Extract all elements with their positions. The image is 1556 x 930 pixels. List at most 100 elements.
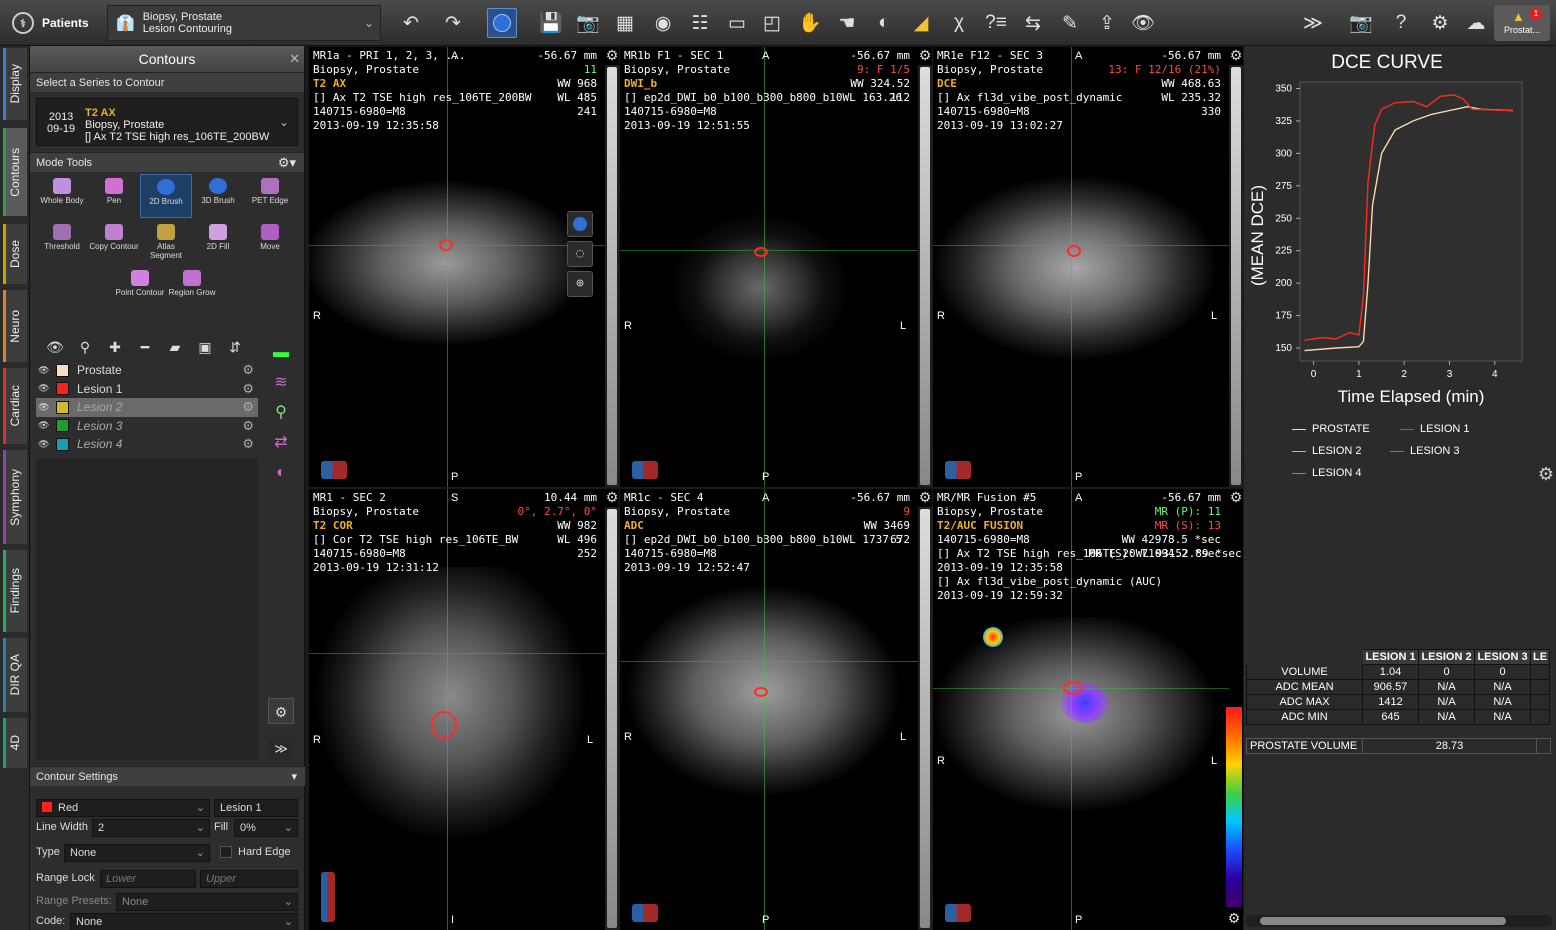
layout-icon[interactable]: ▦ — [610, 8, 640, 38]
viewport-6[interactable]: MR/MR Fusion #5 Biopsy, Prostate T2/AUC FU… — [933, 489, 1243, 930]
help-icon[interactable]: ? — [1386, 8, 1416, 38]
camera-icon[interactable]: 📷 — [573, 8, 603, 38]
contrast-icon[interactable]: ◐ — [869, 8, 899, 38]
contour-color-swatch[interactable] — [56, 419, 69, 433]
tool-point-contour[interactable]: Point Contour — [114, 266, 166, 310]
tool-pen[interactable]: Pen — [88, 174, 140, 218]
viewport-2[interactable]: MR1b F1 - SEC 1 Biopsy, Prostate DWI_b[] e… — [620, 47, 932, 487]
tool-move[interactable]: Move — [244, 220, 296, 264]
contour-name-field[interactable]: Lesion 1 — [214, 799, 298, 817]
save-icon[interactable]: ▣ — [194, 339, 216, 356]
gear-icon[interactable]: ⚙ — [242, 399, 254, 415]
tool-copy-contour[interactable]: Copy Contour — [88, 220, 140, 264]
type-select[interactable]: None ⌄ — [64, 844, 210, 862]
tab-dose[interactable]: Dose — [3, 224, 27, 284]
contour-color-swatch[interactable] — [56, 363, 69, 377]
forward-icon[interactable]: ≫ — [1298, 8, 1328, 38]
tool-atlas-segment[interactable]: Atlas Segment — [140, 220, 192, 264]
query-icon[interactable]: ?≡ — [981, 8, 1011, 38]
lasso-tool-icon[interactable]: ◌ — [567, 241, 593, 267]
lower-field[interactable]: Lower — [100, 870, 196, 888]
slice-scrollbar[interactable] — [1229, 65, 1243, 487]
color-select[interactable]: Red ⌄ — [36, 799, 210, 817]
gear-icon[interactable]: ⚙ — [916, 489, 932, 507]
settings-icon[interactable]: ⚙ — [1425, 8, 1455, 38]
viewport-1[interactable]: MR1a - PRI 1, 2, 3, ... Biopsy, Prostate T… — [309, 47, 619, 487]
scan-image[interactable] — [309, 175, 605, 407]
snapshot-icon[interactable]: ◰ — [757, 8, 787, 38]
scroll-thumb[interactable] — [1231, 67, 1241, 485]
contour-color-swatch[interactable] — [56, 400, 69, 414]
eye-icon[interactable]: 👁 — [38, 420, 52, 431]
measure-icon[interactable]: χ — [944, 8, 974, 38]
tab-cardiac[interactable]: Cardiac — [3, 368, 27, 444]
gear-icon[interactable]: ⚙ — [268, 698, 294, 724]
contour-row[interactable]: 👁 Lesion 4 ⚙ — [36, 435, 258, 454]
contour-color-swatch[interactable] — [56, 382, 69, 396]
upper-field[interactable]: Upper — [200, 870, 298, 888]
horizontal-scrollbar[interactable] — [1246, 915, 1552, 927]
tool-threshold[interactable]: Threshold — [36, 220, 88, 264]
scan-image[interactable] — [620, 585, 918, 837]
tools-icon[interactable]: ✎ — [1055, 8, 1085, 38]
tab-dir-qa[interactable]: DIR QA — [3, 638, 27, 712]
eye-icon[interactable]: 👁 — [38, 439, 52, 450]
slice-scrollbar[interactable] — [605, 65, 619, 487]
eye-icon[interactable]: 👁 — [38, 365, 52, 376]
scan-image[interactable] — [309, 567, 605, 855]
tab-4d[interactable]: 4D — [3, 718, 27, 768]
tab-neuro[interactable]: Neuro — [3, 290, 27, 362]
scan-image[interactable] — [933, 175, 1229, 407]
half-circle-icon[interactable]: ◐ — [267, 460, 295, 486]
series-selector[interactable]: 2013 09-19 T2 AX Biopsy, Prostate [] Ax … — [36, 98, 298, 146]
lesion-contour[interactable] — [1067, 245, 1081, 257]
gear-icon[interactable]: ⚙ — [242, 436, 254, 452]
folder-icon[interactable]: ▰ — [164, 339, 186, 356]
contour-shape-icon[interactable]: ▬ — [267, 340, 295, 366]
tab-findings[interactable]: Findings — [3, 550, 27, 632]
gear-icon[interactable]: ⚙ — [242, 418, 254, 434]
patients-button[interactable]: ⚕ Patients — [6, 6, 100, 40]
tool-3d-brush[interactable]: 3D Brush — [192, 174, 244, 218]
hard-edge-checkbox[interactable] — [220, 846, 232, 858]
gear-icon[interactable]: ⚙ — [242, 362, 254, 378]
sliders-icon[interactable]: ☷ — [685, 8, 715, 38]
add-icon[interactable]: ✚ — [104, 339, 126, 356]
slice-scrollbar[interactable] — [918, 507, 932, 930]
import-icon[interactable]: ⇆ — [1018, 8, 1048, 38]
stack-icon[interactable]: ≋ — [267, 370, 295, 396]
gear-icon[interactable]: ⚙ — [1227, 489, 1243, 507]
gear-icon[interactable]: ⚙ — [603, 489, 619, 507]
eye-icon[interactable]: 👁 — [38, 383, 52, 394]
transfer-icon[interactable]: ⇄ — [267, 430, 295, 456]
viewport-5[interactable]: MR1c - SEC 4 Biopsy, Prostate ADC[] ep2d_D… — [620, 489, 932, 930]
lesion-contour[interactable] — [431, 711, 457, 739]
contour-color-swatch[interactable] — [56, 437, 69, 451]
contour-row[interactable]: 👁 Lesion 3 ⚙ — [36, 417, 258, 436]
redo-icon[interactable]: ↷ — [438, 8, 468, 38]
fill-select[interactable]: 0% ⌄ — [234, 819, 298, 837]
range-presets-select[interactable]: None ⌄ — [116, 893, 298, 911]
viewport-4[interactable]: MR1 - SEC 2 Biopsy, Prostate T2 COR[] Cor … — [309, 489, 619, 930]
gear-icon[interactable]: ⚙ — [1227, 47, 1243, 65]
scan-image[interactable] — [933, 617, 1229, 855]
chevron-down-icon[interactable]: ▾ — [291, 767, 297, 787]
brush-tool-icon[interactable] — [567, 211, 593, 237]
hand-icon[interactable]: ✋ — [795, 8, 825, 38]
fusion-icon[interactable]: ◉ — [648, 8, 678, 38]
scroll-thumb[interactable] — [920, 67, 930, 485]
gear-icon[interactable]: ⚙ — [916, 47, 932, 65]
code-select[interactable]: None ⌄ — [70, 913, 298, 930]
gear-icon[interactable]: ⚙ — [1224, 910, 1244, 930]
scroll-thumb[interactable] — [607, 509, 617, 928]
tool-2d-brush[interactable]: 2D Brush — [140, 174, 192, 218]
eye-icon[interactable]: 👁 — [44, 339, 66, 356]
lesion-contour[interactable] — [439, 239, 453, 251]
prostate-workflow-tab[interactable]: ▲ 1 Prostat... — [1494, 5, 1550, 41]
viewport-3[interactable]: MR1e F12 - SEC 3 Biopsy, Prostate DCE[] Ax… — [933, 47, 1243, 487]
tool-2d-fill[interactable]: 2D Fill — [192, 220, 244, 264]
cloud-icon[interactable]: ☁ — [1461, 8, 1491, 38]
tab-symphony[interactable]: Symphony — [3, 450, 27, 544]
brush-icon[interactable] — [487, 8, 517, 38]
screenshot-icon[interactable]: 📷 — [1346, 8, 1376, 38]
